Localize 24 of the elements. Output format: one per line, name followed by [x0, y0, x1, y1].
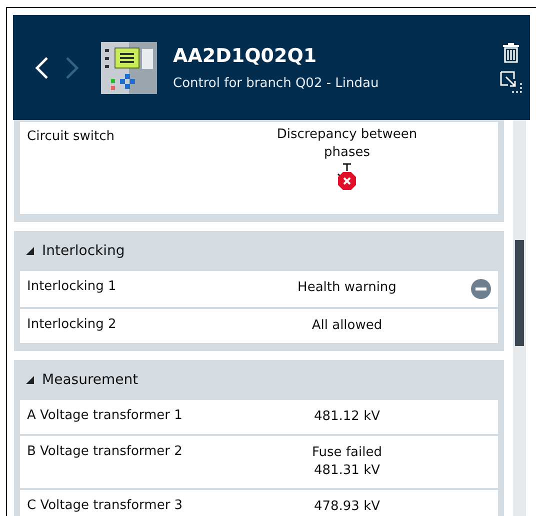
control-device-icon: [101, 42, 157, 94]
property-value: Discrepancy between phases: [276, 126, 418, 162]
property-value: 478.93 kV: [314, 498, 380, 516]
property-label: A Voltage transformer 1: [27, 408, 184, 423]
property-label: Interlocking 2: [27, 317, 118, 332]
delete-button[interactable]: [503, 43, 519, 63]
chevron-right-icon: [65, 56, 79, 80]
property-label: B Voltage transformer 2: [27, 444, 184, 459]
property-label: Circuit switch: [27, 128, 116, 144]
device-title: AA2D1Q02Q1: [173, 44, 318, 66]
resize-button[interactable]: [500, 71, 522, 93]
property-label: C Voltage transformer 3: [27, 498, 184, 513]
section-header[interactable]: Interlocking: [20, 231, 498, 271]
property-value: 481.12 kV: [314, 408, 380, 426]
property-label: Interlocking 1: [27, 279, 118, 294]
scrollbar-thumb[interactable]: [515, 240, 524, 346]
property-value: Health warning: [298, 279, 396, 297]
minus-circle-icon: [471, 279, 491, 299]
property-value: Fuse failed: [312, 444, 382, 462]
property-value: All allowed: [312, 317, 382, 335]
section-header[interactable]: Measurement: [20, 360, 498, 400]
chevron-left-icon: [35, 56, 49, 80]
device-subtitle: Control for branch Q02 - Lindau: [173, 76, 380, 90]
property-value: 481.31 kV: [314, 462, 380, 480]
